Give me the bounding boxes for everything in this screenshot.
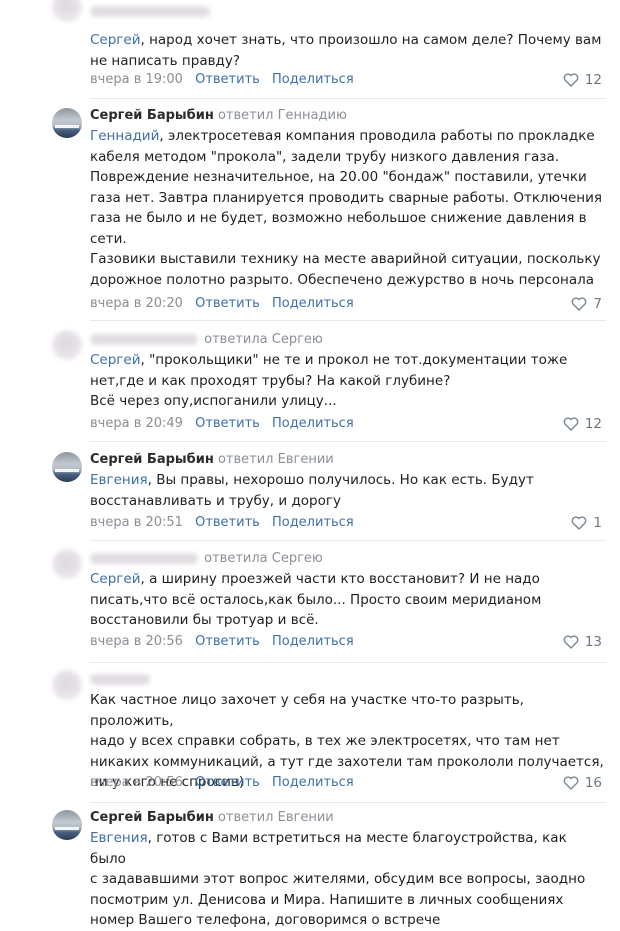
comment-date[interactable]: вчера в 19:00 — [90, 72, 183, 87]
heart-icon — [563, 73, 579, 87]
like-button[interactable]: 12 — [563, 70, 602, 90]
reply-button[interactable]: Ответить — [195, 775, 260, 790]
reply-to-link[interactable]: Евгения — [90, 830, 148, 846]
comment-header — [90, 2, 212, 22]
reply-button[interactable]: Ответить — [195, 515, 260, 530]
comment-text: Сергей, народ хочет знать, что произошло… — [90, 32, 602, 69]
divider — [90, 320, 606, 321]
comment-footer: вчера в 20:56 Ответить Поделиться 16 — [90, 773, 606, 793]
comment-header: ответила Сергею — [90, 330, 323, 350]
share-button[interactable]: Поделиться — [272, 72, 354, 87]
divider — [90, 662, 606, 663]
replied-to[interactable]: ответил Евгении — [218, 452, 334, 467]
share-button[interactable]: Поделиться — [272, 416, 354, 431]
comment-footer: вчера в 20:56 Ответить Поделиться 13 — [90, 632, 606, 652]
blurred-author-name — [90, 6, 210, 17]
like-button[interactable]: 7 — [571, 294, 602, 314]
reply-to-link[interactable]: Сергей — [90, 571, 140, 587]
avatar[interactable] — [52, 810, 82, 840]
share-button[interactable]: Поделиться — [272, 515, 354, 530]
like-button[interactable]: 12 — [563, 414, 602, 434]
comment-text: Геннадий, электросетевая компания провод… — [90, 128, 603, 288]
comment-date[interactable]: вчера в 20:56 — [90, 775, 183, 790]
reply-button[interactable]: Ответить — [195, 416, 260, 431]
heart-icon — [563, 776, 579, 790]
comment-date[interactable]: вчера в 20:20 — [90, 296, 183, 311]
comment-date[interactable]: вчера в 20:56 — [90, 634, 183, 649]
reply-to-link[interactable]: Евгения — [90, 472, 148, 488]
blurred-author-name — [90, 334, 198, 345]
comment-footer: вчера в 20:49 Ответить Поделиться 12 — [90, 414, 606, 434]
comment-date[interactable]: вчера в 20:49 — [90, 416, 183, 431]
reply-button[interactable]: Ответить — [195, 296, 260, 311]
comment-footer: вчера в 19:00 Ответить Поделиться 12 — [90, 70, 606, 90]
comment-header: Сергей Барыбин ответил Евгении — [90, 450, 334, 470]
like-count: 12 — [584, 416, 602, 432]
reply-button[interactable]: Ответить — [195, 634, 260, 649]
avatar[interactable] — [52, 452, 82, 482]
avatar[interactable] — [52, 0, 82, 22]
reply-button[interactable]: Ответить — [195, 72, 260, 87]
like-button[interactable]: 16 — [563, 773, 602, 793]
author-name[interactable]: Сергей Барыбин — [90, 108, 214, 123]
author-name[interactable]: Сергей Барыбин — [90, 452, 214, 467]
comment-footer: вчера в 20:51 Ответить Поделиться 1 — [90, 513, 606, 533]
like-button[interactable]: 13 — [563, 632, 602, 652]
avatar[interactable] — [52, 549, 82, 579]
reply-to-link[interactable]: Геннадий — [90, 128, 159, 144]
blurred-author-name — [90, 553, 198, 564]
comment-header: Сергей Барыбин ответил Евгении — [90, 808, 334, 828]
heart-icon — [563, 417, 579, 431]
reply-to-link[interactable]: Сергей — [90, 32, 140, 48]
share-button[interactable]: Поделиться — [272, 296, 354, 311]
comment-header: Сергей Барыбин ответил Геннадию — [90, 106, 347, 126]
avatar[interactable] — [52, 108, 82, 138]
heart-icon — [563, 635, 579, 649]
like-count: 16 — [584, 775, 602, 791]
replied-to[interactable]: ответил Геннадию — [218, 108, 347, 123]
comment-header: ответила Сергею — [90, 549, 323, 569]
like-count: 1 — [593, 515, 602, 531]
share-button[interactable]: Поделиться — [272, 775, 354, 790]
like-button[interactable]: 1 — [571, 513, 602, 533]
comment-header — [90, 670, 152, 690]
comment-text: Евгения, Вы правы, нехорошо получилось. … — [90, 472, 534, 509]
replied-to[interactable]: ответила Сергею — [204, 551, 323, 566]
heart-icon — [571, 297, 587, 311]
like-count: 12 — [584, 72, 602, 88]
comment-date[interactable]: вчера в 20:51 — [90, 515, 183, 530]
comment-footer: вчера в 20:20 Ответить Поделиться 7 — [90, 294, 606, 314]
like-count: 7 — [593, 296, 602, 312]
blurred-author-name — [90, 674, 150, 685]
avatar[interactable] — [52, 670, 82, 700]
reply-to-link[interactable]: Сергей — [90, 352, 140, 368]
like-count: 13 — [584, 634, 602, 650]
divider — [90, 540, 606, 541]
comment-text: Сергей, а ширину проезжей части кто восс… — [90, 571, 542, 628]
divider — [90, 441, 606, 442]
author-name[interactable]: Сергей Барыбин — [90, 810, 214, 825]
comment-text: Сергей, "прокольщики" не те и прокол не … — [90, 352, 568, 409]
avatar[interactable] — [52, 330, 82, 360]
divider — [90, 98, 606, 99]
heart-icon — [571, 516, 587, 530]
comment-text: Евгения, готов с Вами встретиться на мес… — [90, 830, 586, 928]
replied-to[interactable]: ответил Евгении — [218, 810, 334, 825]
replied-to[interactable]: ответила Сергею — [204, 332, 323, 347]
divider — [90, 802, 606, 803]
share-button[interactable]: Поделиться — [272, 634, 354, 649]
